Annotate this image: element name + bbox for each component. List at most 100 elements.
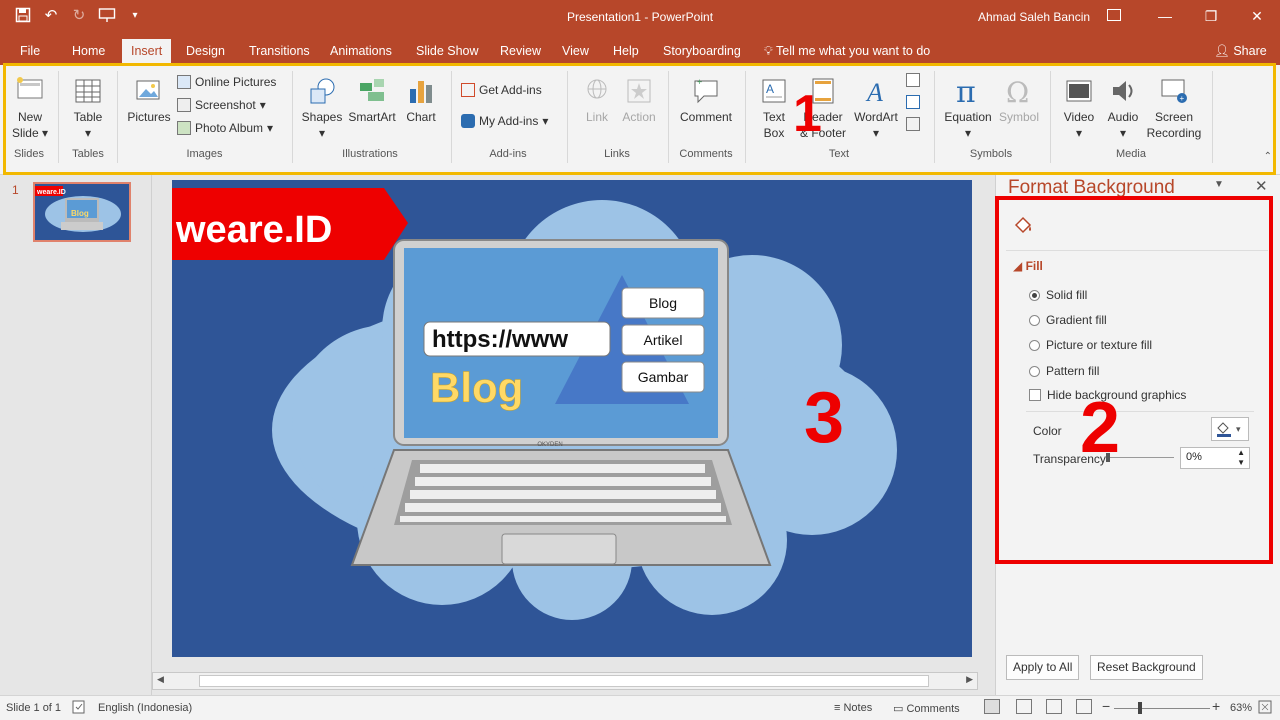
normal-view-icon[interactable]	[984, 699, 1000, 714]
screenshot-button[interactable]: Screenshot ▾	[177, 98, 266, 112]
comments-button[interactable]: ▭ Comments	[893, 702, 960, 715]
picture-fill-radio[interactable]	[1029, 339, 1040, 351]
audio-button[interactable]: Audio ▾	[1102, 75, 1144, 141]
fit-slide-icon[interactable]	[1258, 700, 1272, 717]
svg-text:+: +	[1180, 94, 1185, 103]
pictures-button[interactable]: Pictures	[126, 75, 172, 125]
minimize-icon[interactable]: —	[1142, 0, 1188, 32]
close-icon[interactable]: ✕	[1234, 0, 1280, 32]
tab-transitions[interactable]: Transitions	[249, 44, 310, 58]
spellcheck-icon[interactable]	[72, 700, 86, 717]
svg-text:A: A	[766, 82, 774, 96]
group-label-comments: Comments	[679, 148, 733, 160]
annotation-number-3: 3	[804, 378, 844, 458]
pane-options-icon[interactable]: ▼	[1214, 179, 1224, 190]
language-indicator[interactable]: English (Indonesia)	[98, 702, 192, 714]
scrollbar-thumb[interactable]	[199, 675, 929, 687]
action-button[interactable]: Action	[618, 75, 660, 125]
tab-slide-show[interactable]: Slide Show	[416, 44, 479, 58]
online-pictures-button[interactable]: Online Pictures	[177, 75, 276, 89]
object-button[interactable]	[906, 117, 920, 131]
get-addins-button[interactable]: Get Add-ins	[461, 83, 542, 97]
slide-thumbnail-pane: 1 weare.ID Blog	[0, 175, 152, 695]
picture-fill-option[interactable]: Picture or texture fill	[1029, 338, 1152, 352]
video-button[interactable]: Video ▾	[1058, 75, 1100, 141]
zoom-in-icon[interactable]: +	[1212, 698, 1220, 714]
annotation-number-2: 2	[1080, 388, 1121, 468]
scroll-right-icon[interactable]: ▶	[966, 674, 973, 685]
fill-section-header[interactable]: ◢ Fill	[1013, 259, 1043, 273]
svg-text:Ω: Ω	[1006, 76, 1029, 107]
color-picker-button[interactable]: ▾	[1211, 417, 1249, 441]
tab-help[interactable]: Help	[613, 44, 639, 58]
tab-design[interactable]: Design	[186, 44, 225, 58]
ribbon-display-options-icon[interactable]	[1107, 9, 1121, 21]
notes-button[interactable]: ≡ Notes	[834, 702, 872, 714]
horizontal-scrollbar[interactable]: ◀ ▶	[152, 672, 978, 690]
format-background-pane: Format Background ▼ ✕ ◢ Fill Solid fill …	[995, 175, 1280, 695]
slide-sorter-icon[interactable]	[1016, 699, 1032, 714]
my-addins-button[interactable]: My Add-ins ▾	[461, 114, 548, 128]
table-button[interactable]: Table ▾	[66, 75, 110, 141]
shapes-button[interactable]: Shapes ▾	[300, 75, 344, 141]
thumbnail-number: 1	[12, 183, 19, 197]
tab-animations[interactable]: Animations	[330, 44, 392, 58]
close-pane-icon[interactable]: ✕	[1255, 177, 1268, 195]
slide-canvas[interactable]: https://www Blog Blog Artikel Gambar OKY…	[172, 180, 972, 657]
zoom-out-icon[interactable]: −	[1102, 698, 1110, 714]
tab-insert[interactable]: Insert	[122, 39, 172, 66]
hide-background-checkbox[interactable]	[1029, 389, 1041, 401]
chart-button[interactable]: Chart	[400, 75, 442, 125]
photo-album-button[interactable]: Photo Album ▾	[177, 121, 273, 135]
pi-icon: π	[956, 75, 976, 107]
link-button[interactable]: Link	[578, 75, 616, 125]
symbol-button[interactable]: Ω Symbol	[996, 75, 1042, 125]
fill-bucket-icon[interactable]	[1011, 213, 1035, 240]
equation-button[interactable]: π Equation ▾	[942, 75, 994, 141]
wordart-button[interactable]: A WordArt ▾	[852, 75, 900, 141]
slide-number-icon	[906, 95, 920, 109]
zoom-level[interactable]: 63%	[1230, 702, 1252, 714]
transparency-input[interactable]: 0% ▲ ▼	[1180, 447, 1250, 469]
window-controls: — ❐ ✕	[1142, 0, 1280, 32]
slide-number-button[interactable]	[906, 95, 920, 109]
speaker-icon	[1113, 81, 1133, 101]
tab-file[interactable]: File	[20, 44, 40, 58]
restore-icon[interactable]: ❐	[1188, 0, 1234, 32]
text-box-button[interactable]: A Text Box	[754, 75, 794, 141]
zoom-slider[interactable]	[1114, 708, 1210, 709]
slide-thumbnail[interactable]: weare.ID Blog	[33, 182, 131, 242]
pattern-fill-option[interactable]: Pattern fill	[1029, 364, 1099, 378]
tell-me-search[interactable]: 💡︎ Tell me what you want to do	[764, 44, 930, 59]
spinner-icon[interactable]: ▲ ▼	[1237, 448, 1245, 468]
comment-button[interactable]: + Comment	[676, 75, 736, 125]
thumbnail-blog-text: Blog	[71, 209, 89, 218]
gradient-fill-radio[interactable]	[1029, 314, 1040, 326]
zoom-slider-thumb[interactable]	[1138, 702, 1142, 714]
slide-counter: Slide 1 of 1	[6, 702, 62, 714]
wordart-icon: A	[865, 78, 883, 107]
slide-show-icon[interactable]	[1076, 699, 1092, 714]
share-button[interactable]: 👤︎ Share	[1214, 44, 1267, 59]
new-slide-button[interactable]: New Slide ▾	[8, 75, 52, 141]
scroll-left-icon[interactable]: ◀	[157, 674, 164, 685]
collapse-ribbon-icon[interactable]: ⌃	[1264, 151, 1272, 162]
reset-background-button[interactable]: Reset Background	[1090, 655, 1203, 680]
pattern-fill-radio[interactable]	[1029, 365, 1040, 377]
date-time-button[interactable]	[906, 73, 920, 87]
solid-fill-radio[interactable]	[1029, 289, 1040, 301]
tab-home[interactable]: Home	[72, 44, 105, 58]
tab-view[interactable]: View	[562, 44, 589, 58]
apply-to-all-button[interactable]: Apply to All	[1006, 655, 1080, 680]
solid-fill-option[interactable]: Solid fill	[1029, 288, 1087, 302]
object-icon	[906, 117, 920, 131]
user-name[interactable]: Ahmad Saleh Bancin	[978, 10, 1090, 24]
smartart-button[interactable]: SmartArt	[346, 75, 398, 125]
tab-review[interactable]: Review	[500, 44, 541, 58]
menu-blog-text: Blog	[649, 295, 677, 311]
reading-view-icon[interactable]	[1046, 699, 1062, 714]
smartart-icon	[360, 79, 384, 101]
screen-recording-button[interactable]: + Screen Recording	[1146, 75, 1202, 141]
tab-storyboarding[interactable]: Storyboarding	[663, 44, 741, 58]
gradient-fill-option[interactable]: Gradient fill	[1029, 313, 1107, 327]
